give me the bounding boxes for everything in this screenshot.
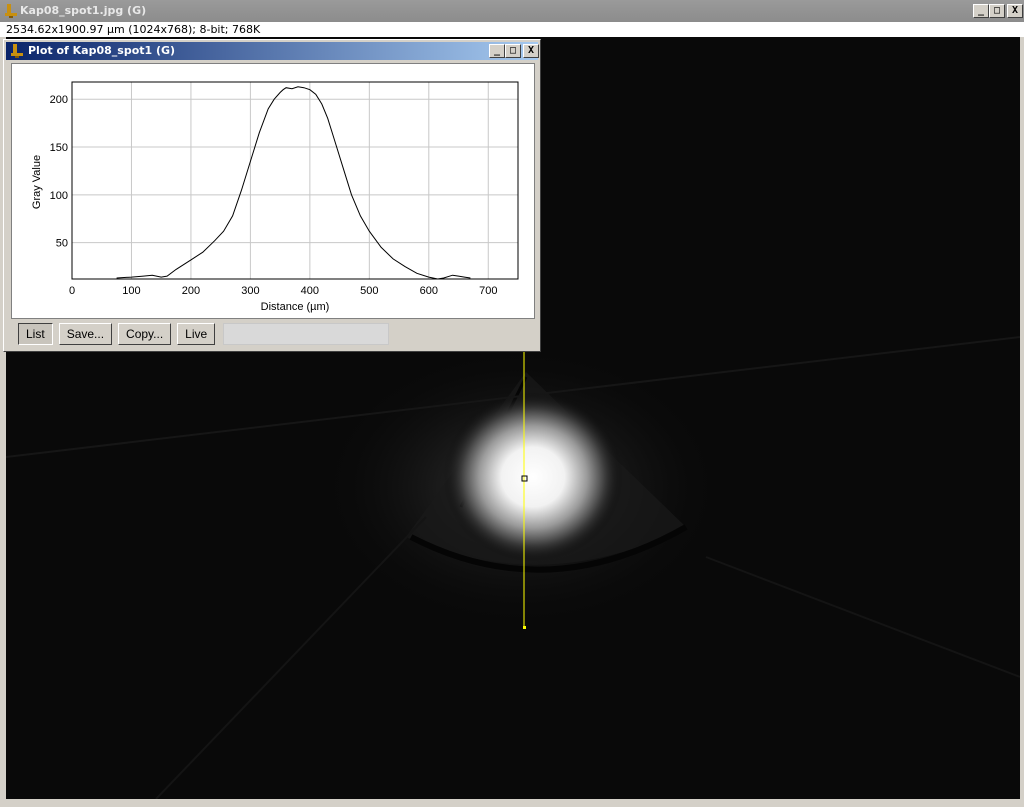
imagej-icon [11, 44, 23, 58]
profile-plot: 0 100 200 300 400 500 600 700 50 100 150 200 Dista… [11, 63, 535, 319]
x-tick-label: 200 [182, 285, 200, 297]
y-tick-label: 150 [50, 142, 68, 154]
plot-button-row: List Save... Copy... Live [18, 323, 390, 345]
image-info-bar: 2534.62x1900.97 µm (1024x768); 8-bit; 76… [0, 22, 1024, 37]
x-axis-title: Distance (µm) [261, 301, 330, 313]
y-tick-label: 100 [50, 190, 68, 202]
plot-close-button[interactable]: X [523, 44, 539, 58]
main-window-titlebar[interactable]: Kap08_spot1.jpg (G) _ □ X [0, 0, 1024, 22]
y-axis-title: Gray Value [31, 155, 43, 209]
x-tick-label: 500 [360, 285, 378, 297]
y-tick-label: 200 [50, 94, 68, 106]
image-info-text: 2534.62x1900.97 µm (1024x768); 8-bit; 76… [6, 23, 261, 36]
close-button[interactable]: X [1007, 4, 1023, 18]
minimize-button[interactable]: _ [973, 4, 989, 18]
x-tick-label: 300 [241, 285, 259, 297]
cursor-readout [223, 323, 390, 345]
copy-button[interactable]: Copy... [118, 323, 172, 345]
line-handle-end [523, 626, 526, 629]
plot-window-title: Plot of Kap08_spot1 (G) [28, 44, 176, 57]
x-tick-label: 700 [479, 285, 497, 297]
x-tick-label: 600 [420, 285, 438, 297]
main-window-title: Kap08_spot1.jpg (G) [20, 4, 147, 17]
y-tick-label: 50 [56, 238, 68, 250]
plot-window-titlebar[interactable]: Plot of Kap08_spot1 (G) _ □ X [6, 42, 539, 60]
plot-maximize-button[interactable]: □ [505, 44, 521, 58]
plot-window[interactable]: Plot of Kap08_spot1 (G) _ □ X 0 100 200 300… [3, 39, 541, 352]
x-tick-label: 100 [122, 285, 140, 297]
live-button[interactable]: Live [177, 323, 216, 345]
save-button[interactable]: Save... [58, 323, 113, 345]
x-tick-label: 0 [69, 285, 75, 297]
list-button[interactable]: List [18, 323, 53, 345]
plot-frame [71, 81, 519, 280]
chart-grid [72, 82, 518, 279]
maximize-button[interactable]: □ [989, 4, 1005, 18]
profile-series-line [116, 86, 471, 280]
x-tick-label: 400 [301, 285, 319, 297]
imagej-icon [5, 4, 17, 18]
plot-minimize-button[interactable]: _ [489, 44, 505, 58]
profile-chart: 0 100 200 300 400 500 600 700 50 100 150 200 Dista… [31, 81, 519, 313]
